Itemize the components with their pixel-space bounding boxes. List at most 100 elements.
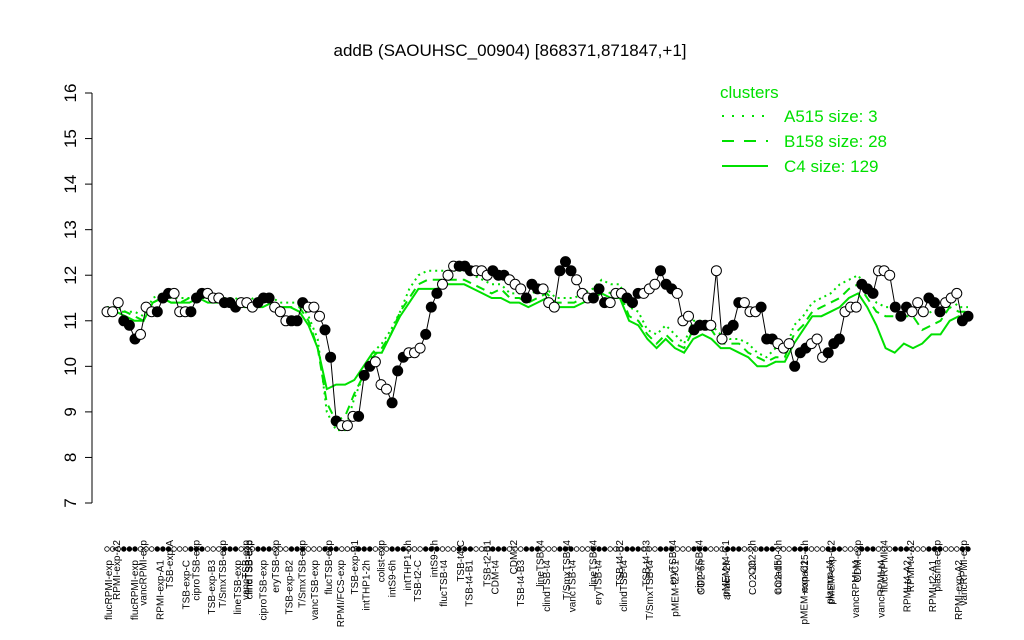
rug-mark: [736, 546, 742, 552]
legend-title: clusters: [720, 83, 779, 102]
data-point: [571, 274, 583, 286]
y-tick-label: 13: [61, 220, 80, 239]
chart: addB (SAOUHSC_00904) [868371,871847,+1] …: [61, 41, 974, 628]
rug-mark: [864, 546, 871, 552]
x-tick-label: TSB-exp-B2: [284, 560, 295, 615]
rug-mark: [389, 546, 395, 552]
data-point: [738, 297, 750, 309]
data-point: [727, 319, 739, 331]
data-point: [123, 319, 135, 331]
x-tick-label: flucTSB-exp: [324, 540, 335, 595]
x-tick-label: colist-exp: [377, 540, 388, 583]
x-tick-label: pMEM-t2-C1: [671, 560, 682, 617]
x-tick-label: vancTSB-t4: [568, 560, 579, 613]
data-points: [101, 256, 974, 432]
data-point: [386, 397, 398, 409]
data-point: [425, 301, 437, 313]
x-tick-label: TSB-exp-B1: [350, 540, 361, 595]
rug-mark: [635, 546, 641, 552]
data-point: [392, 365, 404, 377]
rug-mark: [445, 546, 451, 552]
data-point: [917, 306, 929, 318]
y-tick-label: 15: [61, 129, 80, 148]
rug-mark: [283, 546, 289, 552]
rug-mark: [495, 546, 502, 552]
data-point: [716, 333, 728, 345]
data-point: [515, 283, 527, 295]
data-point: [420, 328, 432, 340]
data-point: [112, 297, 124, 309]
data-point: [912, 297, 924, 309]
data-point: [934, 306, 946, 318]
rug-mark: [920, 546, 926, 552]
rug-mark: [255, 546, 261, 552]
data-point: [906, 306, 918, 318]
y-tick-label: 14: [61, 175, 80, 194]
x-tick-label: CO2-6h: [696, 560, 707, 595]
series-lines: [107, 269, 969, 432]
data-point: [308, 301, 320, 313]
rug-mark: [680, 546, 686, 552]
rug-mark: [657, 546, 664, 552]
data-point: [593, 283, 605, 295]
y-tick-label: 7: [61, 498, 80, 507]
x-tick-label: vancTSB-exp: [310, 560, 321, 620]
rug-mark: [926, 546, 932, 552]
chart-title: addB (SAOUHSC_00904) [868371,871847,+1]: [334, 41, 687, 60]
data-point: [537, 283, 549, 295]
data-point: [822, 347, 834, 359]
x-tick-label: RPMI-t4-A2: [903, 560, 914, 613]
data-point: [705, 319, 717, 331]
y-tick-label: 16: [61, 84, 80, 103]
data-point: [783, 338, 795, 350]
x-tick-label: intS9-6h: [387, 560, 398, 597]
x-tick-label: RPMI/FCS-exp: [336, 560, 347, 628]
rug-mark: [685, 546, 692, 552]
rug-mark: [501, 546, 507, 552]
rug-mark: [176, 546, 183, 552]
rug-mark: [546, 546, 552, 552]
rug-mark: [629, 546, 636, 552]
rug-mark: [367, 546, 373, 552]
x-tick-label: TSB-exp-B3: [207, 560, 218, 615]
data-point: [789, 360, 801, 372]
x-tick-label: eryTSB-exp: [271, 540, 282, 593]
data-point: [649, 278, 661, 290]
data-point: [604, 297, 616, 309]
data-point: [431, 287, 443, 299]
data-point: [895, 310, 907, 322]
rug-mark: [814, 546, 820, 552]
x-tick-label: TSB-exp-C: [181, 560, 192, 609]
data-point: [655, 265, 666, 277]
data-point: [833, 333, 845, 345]
data-point: [414, 342, 426, 354]
rug-mark: [708, 546, 714, 552]
rug-mark: [819, 546, 826, 552]
x-tick-label: T/SmxTSB-t4: [645, 560, 656, 620]
rug-mark: [764, 546, 770, 552]
rug-mark: [232, 546, 239, 552]
rug-mark: [892, 546, 898, 552]
rug-mark: [898, 546, 904, 552]
x-tick-label: RPMI-t2-A1: [928, 560, 939, 613]
x-tick-label: TSB-t4-B3: [516, 560, 527, 607]
rug-mark: [104, 546, 110, 552]
data-point: [442, 269, 454, 281]
data-point: [683, 310, 694, 322]
x-tick-label: T/SmxTSB-exp: [297, 540, 308, 608]
rug-mark: [741, 546, 748, 552]
rug-mark: [836, 546, 843, 552]
x-tick-label: pMEM-exp-C1: [800, 560, 811, 625]
data-point: [710, 265, 722, 277]
data-point: [671, 287, 683, 299]
x-tick-label: T/SmxTSB-exp: [218, 540, 229, 608]
data-point: [811, 333, 823, 345]
data-point: [135, 328, 146, 340]
x-tick-label: intTHP1-2h: [362, 560, 373, 611]
rug-mark: [260, 546, 267, 552]
rug-mark: [579, 546, 585, 552]
series-line-dotted: [107, 269, 968, 432]
data-point: [341, 420, 353, 432]
data-point: [560, 256, 571, 268]
x-tick-label: vancRPMI-t4: [877, 560, 888, 618]
